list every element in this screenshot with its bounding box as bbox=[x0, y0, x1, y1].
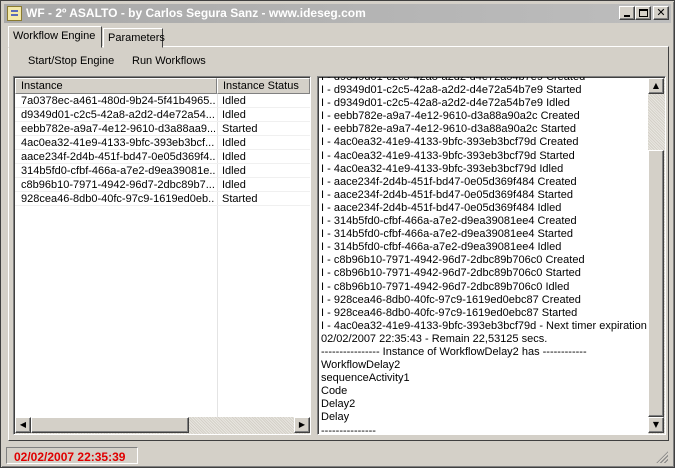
log-line: I - aace234f-2d4b-451f-bd47-0e05d369f484… bbox=[321, 188, 573, 201]
cell-instance: d9349d01-c2c5-42a8-a2d2-d4e72a54... bbox=[21, 109, 215, 121]
minimize-button[interactable] bbox=[619, 6, 635, 20]
instances-grid[interactable]: Instance Instance Status 7a0378ec-a461-4… bbox=[13, 76, 311, 435]
maximize-icon bbox=[639, 9, 648, 17]
grid-horizontal-scrollbar[interactable]: ◀ ▶ bbox=[15, 417, 310, 434]
column-header-instance[interactable]: Instance bbox=[15, 78, 217, 94]
log-line: I - aace234f-2d4b-451f-bd47-0e05d369f484… bbox=[321, 201, 562, 214]
cell-instance: c8b96b10-7971-4942-96d7-2dbc89b7... bbox=[21, 179, 215, 191]
scroll-thumb[interactable] bbox=[31, 417, 189, 433]
log-line: sequenceActivity1 bbox=[321, 372, 410, 385]
table-row[interactable]: aace234f-2d4b-451f-bd47-0e05d369f4... Idl… bbox=[15, 150, 310, 164]
log-line: --------------- bbox=[321, 424, 376, 435]
log-line: I - aace234f-2d4b-451f-bd47-0e05d369f484… bbox=[321, 175, 577, 188]
log-line: WorkflowDelay2 bbox=[321, 359, 401, 372]
status-clock: 02/02/2007 22:35:39 bbox=[14, 450, 126, 464]
arrow-up-icon: ▲ bbox=[652, 81, 660, 90]
tab-workflow-engine[interactable]: Workflow Engine bbox=[8, 26, 102, 48]
log-vertical-scrollbar[interactable]: ▲ ▼ bbox=[648, 78, 665, 434]
log-line: I - 4ac0ea32-41e9-4133-9bfc-393eb3bcf79d… bbox=[321, 162, 564, 175]
scroll-thumb[interactable] bbox=[648, 150, 664, 417]
log-line: I - c8b96b10-7971-4942-96d7-2dbc89b706c0… bbox=[321, 280, 570, 293]
run-workflows-button[interactable]: Run Workflows bbox=[132, 55, 206, 67]
arrow-down-icon: ▼ bbox=[652, 420, 660, 429]
minimize-icon bbox=[624, 15, 630, 17]
table-row[interactable]: d9349d01-c2c5-42a8-a2d2-d4e72a54... Idled bbox=[15, 108, 310, 122]
table-row[interactable]: c8b96b10-7971-4942-96d7-2dbc89b7... Idled bbox=[15, 178, 310, 192]
cell-instance: 928cea46-8db0-40fc-97c9-1619ed0eb... bbox=[21, 193, 215, 205]
table-row[interactable]: eebb782e-a9a7-4e12-9610-d3a88aa9... Start… bbox=[15, 122, 310, 136]
title-bar[interactable]: WF - 2º ASALTO - by Carlos Segura Sanz -… bbox=[4, 4, 671, 23]
log-line: I - 314b5fd0-cfbf-466a-a7e2-d9ea39081ee4… bbox=[321, 215, 577, 228]
log-line: Delay bbox=[321, 411, 350, 424]
cell-status: Idled bbox=[222, 179, 246, 191]
log-line: Delay2 bbox=[321, 398, 356, 411]
log-line: ---------------- Instance of WorkflowDel… bbox=[321, 345, 587, 358]
main-window: WF - 2º ASALTO - by Carlos Segura Sanz -… bbox=[0, 0, 675, 468]
cell-status: Idled bbox=[222, 137, 246, 149]
close-button[interactable]: ✕ bbox=[653, 6, 669, 20]
log-line: I - 4ac0ea32-41e9-4133-9bfc-393eb3bcf79d… bbox=[321, 149, 575, 162]
tab-parameters[interactable]: Parameters bbox=[103, 28, 165, 48]
log-line: I - 928cea46-8db0-40fc-97c9-1619ed0ebc87… bbox=[321, 306, 578, 319]
app-icon[interactable] bbox=[7, 6, 22, 21]
log-line: I - c8b96b10-7971-4942-96d7-2dbc89b706c0… bbox=[321, 267, 581, 280]
arrow-left-icon: ◀ bbox=[19, 420, 27, 429]
table-row[interactable]: 314b5fd0-cfbf-466a-a7e2-d9ea39081e... Idl… bbox=[15, 164, 310, 178]
log-textbox[interactable]: I - d9349d01-c2c5-42a8-a2d2-d4e72a54b7e9… bbox=[317, 76, 666, 435]
grid-body: 7a0378ec-a461-480d-9b24-5f41b4965... Idle… bbox=[15, 94, 310, 417]
cell-status: Idled bbox=[222, 151, 246, 163]
cell-instance: aace234f-2d4b-451f-bd47-0e05d369f4... bbox=[21, 151, 215, 163]
window-title: WF - 2º ASALTO - by Carlos Segura Sanz -… bbox=[26, 6, 366, 20]
log-line: I - eebb782e-a9a7-4e12-9610-d3a88a90a2c … bbox=[321, 110, 580, 123]
log-line: Code bbox=[321, 385, 348, 398]
scroll-down-button[interactable]: ▼ bbox=[648, 417, 664, 433]
cell-status: Idled bbox=[222, 95, 246, 107]
toolbar: Start/Stop Engine Run Workflows bbox=[11, 50, 666, 74]
cell-status: Idled bbox=[222, 109, 246, 121]
cell-status: Started bbox=[222, 123, 258, 135]
cell-instance: 7a0378ec-a461-480d-9b24-5f41b4965... bbox=[21, 95, 215, 107]
cell-status: Started bbox=[222, 193, 258, 205]
column-header-instance-status[interactable]: Instance Status bbox=[217, 78, 310, 94]
log-line: I - 4ac0ea32-41e9-4133-9bfc-393eb3bcf79d… bbox=[321, 319, 647, 332]
log-line: I - 928cea46-8db0-40fc-97c9-1619ed0ebc87… bbox=[321, 293, 581, 306]
arrow-right-icon: ▶ bbox=[298, 420, 306, 429]
cell-instance: 4ac0ea32-41e9-4133-9bfc-393eb3bcf... bbox=[21, 137, 215, 149]
close-icon: ✕ bbox=[656, 6, 666, 19]
log-lines: I - d9349d01-c2c5-42a8-a2d2-d4e72a54b7e9… bbox=[321, 76, 647, 435]
table-row[interactable]: 7a0378ec-a461-480d-9b24-5f41b4965... Idle… bbox=[15, 94, 310, 108]
cell-instance: 314b5fd0-cfbf-466a-a7e2-d9ea39081e... bbox=[21, 165, 215, 177]
cell-instance: eebb782e-a9a7-4e12-9610-d3a88aa9... bbox=[21, 123, 215, 135]
scroll-up-button[interactable]: ▲ bbox=[648, 78, 664, 94]
table-row[interactable]: 928cea46-8db0-40fc-97c9-1619ed0eb... Star… bbox=[15, 192, 310, 206]
table-row[interactable]: 4ac0ea32-41e9-4133-9bfc-393eb3bcf... Idle… bbox=[15, 136, 310, 150]
cell-status: Idled bbox=[222, 165, 246, 177]
status-panel-clock: 02/02/2007 22:35:39 bbox=[6, 447, 138, 464]
log-line: I - eebb782e-a9a7-4e12-9610-d3a88a90a2c … bbox=[321, 123, 577, 136]
status-bar: 02/02/2007 22:35:39 bbox=[4, 445, 671, 466]
log-line: I - 4ac0ea32-41e9-4133-9bfc-393eb3bcf79d… bbox=[321, 136, 579, 149]
log-line: I - 314b5fd0-cfbf-466a-a7e2-d9ea39081ee4… bbox=[321, 241, 562, 254]
log-line: I - c8b96b10-7971-4942-96d7-2dbc89b706c0… bbox=[321, 254, 585, 267]
scroll-right-button[interactable]: ▶ bbox=[294, 417, 310, 433]
log-line: I - d9349d01-c2c5-42a8-a2d2-d4e72a54b7e9… bbox=[321, 76, 586, 83]
resize-grip-icon[interactable] bbox=[656, 451, 668, 463]
grid-header: Instance Instance Status bbox=[15, 78, 310, 94]
start-stop-engine-button[interactable]: Start/Stop Engine bbox=[28, 55, 114, 67]
maximize-button[interactable] bbox=[635, 6, 651, 20]
log-line: I - 314b5fd0-cfbf-466a-a7e2-d9ea39081ee4… bbox=[321, 228, 573, 241]
scroll-left-button[interactable]: ◀ bbox=[15, 417, 31, 433]
log-line: I - d9349d01-c2c5-42a8-a2d2-d4e72a54b7e9… bbox=[321, 97, 570, 110]
log-line: 02/02/2007 22:35:43 - Remain 22,53125 se… bbox=[321, 332, 548, 345]
log-line: I - d9349d01-c2c5-42a8-a2d2-d4e72a54b7e9… bbox=[321, 84, 582, 97]
